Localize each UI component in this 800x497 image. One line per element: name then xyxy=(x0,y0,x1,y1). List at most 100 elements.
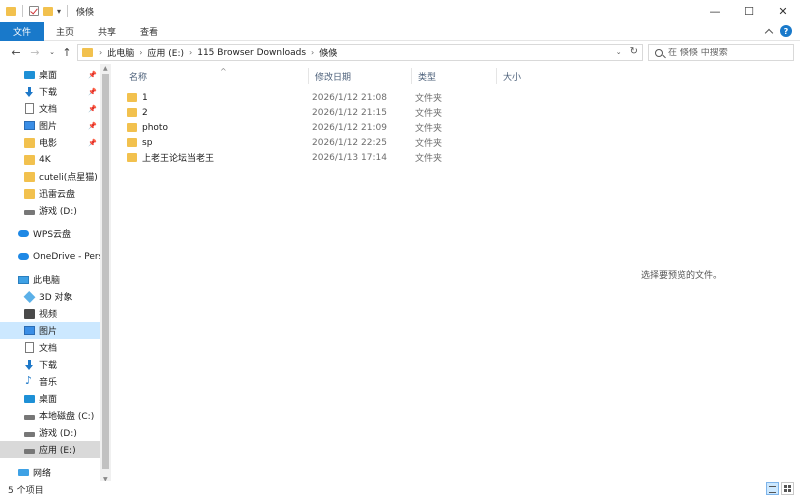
nav-item-downloads[interactable]: 下载 xyxy=(0,356,100,373)
file-date: 2026/1/13 17:14 xyxy=(312,152,387,163)
table-row[interactable]: 上老王论坛当老王 2026/1/13 17:14 文件夹 xyxy=(123,150,563,165)
search-input[interactable] xyxy=(668,47,788,58)
file-name-cell: 1 xyxy=(127,93,148,103)
scroll-up-arrow-icon[interactable]: ▲ xyxy=(103,65,108,72)
nav-item-drive-d-quick[interactable]: 游戏 (D:) xyxy=(0,202,100,219)
address-bar[interactable]: › 此电脑 › 应用 (E:) › 115 Browser Downloads … xyxy=(77,44,643,61)
nav-item-drive-e[interactable]: 应用 (E:) xyxy=(0,441,100,458)
minimize-button[interactable]: — xyxy=(698,0,732,22)
folder-icon xyxy=(127,93,137,102)
close-button[interactable]: ✕ xyxy=(766,0,800,22)
address-history-dropdown-icon[interactable]: ⌄ xyxy=(616,48,622,56)
breadcrumb-115-downloads[interactable]: 115 Browser Downloads xyxy=(197,48,306,58)
recent-locations-chevron-icon[interactable]: ⌄ xyxy=(44,44,60,60)
music-icon xyxy=(24,374,35,387)
nav-item-music[interactable]: 音乐 xyxy=(0,373,100,390)
details-view-icon[interactable] xyxy=(766,482,779,495)
nav-item-drive-d[interactable]: 游戏 (D:) xyxy=(0,424,100,441)
column-header-label: 类型 xyxy=(418,72,437,83)
large-icons-view-icon[interactable] xyxy=(781,482,794,495)
scrollbar-thumb[interactable] xyxy=(102,74,109,469)
sort-ascending-icon: ^ xyxy=(220,67,227,76)
tab-share[interactable]: 共享 xyxy=(86,22,128,41)
breadcrumb-chevron-icon[interactable]: › xyxy=(139,48,142,57)
breadcrumb-chevron-icon[interactable]: › xyxy=(311,48,314,57)
column-header-date[interactable]: 修改日期 xyxy=(308,68,411,84)
nav-item-label: 下载 xyxy=(39,361,58,371)
folder-icon xyxy=(6,6,16,16)
nav-item-label: 此电脑 xyxy=(33,276,61,286)
table-row[interactable]: photo 2026/1/12 21:09 文件夹 xyxy=(123,120,563,135)
address-row: ← → ⌄ ↑ › 此电脑 › 应用 (E:) › 115 Browser Do… xyxy=(0,41,800,64)
folder-icon xyxy=(127,108,137,117)
help-icon[interactable]: ? xyxy=(780,25,792,37)
document-icon xyxy=(25,342,34,353)
nav-item-label: 电影 xyxy=(39,139,58,149)
desktop-icon xyxy=(24,70,35,79)
back-arrow-icon[interactable]: ← xyxy=(8,44,24,60)
tab-home[interactable]: 主页 xyxy=(44,22,86,41)
nav-item-documents-pinned[interactable]: 文档 📌 xyxy=(0,100,100,117)
drive-icon xyxy=(24,414,35,420)
maximize-button[interactable]: ☐ xyxy=(732,0,766,22)
folder-icon xyxy=(82,48,93,57)
nav-item-pictures[interactable]: 图片 xyxy=(0,322,100,339)
breadcrumb-this-pc[interactable]: 此电脑 xyxy=(107,46,134,59)
divider xyxy=(67,5,69,17)
column-header-name[interactable]: 名称 ^ xyxy=(123,67,308,84)
nav-item-movies[interactable]: 电影 📌 xyxy=(0,134,100,151)
nav-item-pictures-pinned[interactable]: 图片 📌 xyxy=(0,117,100,134)
navigation-pane: 桌面 📌 下载 📌 文档 📌 图片 📌 电影 📌 4K cuteli(点星猫) … xyxy=(0,64,112,484)
nav-item-network[interactable]: 网络 xyxy=(0,464,100,481)
nav-item-downloads-pinned[interactable]: 下载 📌 xyxy=(0,83,100,100)
column-header-label: 大小 xyxy=(503,72,522,83)
nav-item-videos[interactable]: 视频 xyxy=(0,305,100,322)
nav-item-label: OneDrive - Personal xyxy=(33,251,100,262)
forward-arrow-icon[interactable]: → xyxy=(27,44,43,60)
nav-item-label: 本地磁盘 (C:) xyxy=(39,412,95,422)
breadcrumb-current-folder[interactable]: 倏倏 xyxy=(319,46,337,59)
folder-icon xyxy=(24,188,35,199)
nav-item-cuteli[interactable]: cuteli(点星猫) xyxy=(0,168,100,185)
breadcrumb-chevron-icon[interactable]: › xyxy=(99,48,102,57)
nav-item-documents[interactable]: 文档 xyxy=(0,339,100,356)
drive-icon xyxy=(24,209,35,215)
properties-icon[interactable] xyxy=(29,6,39,16)
up-arrow-icon[interactable]: ↑ xyxy=(59,44,75,60)
file-date: 2026/1/12 21:15 xyxy=(312,107,387,118)
table-row[interactable]: 2 2026/1/12 21:15 文件夹 xyxy=(123,105,563,120)
table-row[interactable]: 1 2026/1/12 21:08 文件夹 xyxy=(123,90,563,105)
nav-item-desktop[interactable]: 桌面 📌 xyxy=(0,66,100,83)
nav-item-label: 桌面 xyxy=(39,71,58,81)
column-header-size[interactable]: 大小 xyxy=(496,68,563,84)
tab-file[interactable]: 文件 xyxy=(0,21,45,41)
nav-item-onedrive[interactable]: OneDrive - Personal xyxy=(0,248,100,265)
breadcrumb-chevron-icon[interactable]: › xyxy=(189,48,192,57)
nav-item-4k[interactable]: 4K xyxy=(0,151,100,168)
nav-item-3d-objects[interactable]: 3D 对象 xyxy=(0,288,100,305)
folder-icon xyxy=(127,123,137,132)
customize-toolbar-dropdown-icon[interactable]: ▾ xyxy=(57,7,61,16)
folder-icon xyxy=(24,171,35,182)
new-folder-icon[interactable] xyxy=(43,6,53,16)
window-title: 倏倏 xyxy=(76,7,95,18)
ribbon-right-controls: ? xyxy=(764,25,792,37)
nav-item-drive-c[interactable]: 本地磁盘 (C:) xyxy=(0,407,100,424)
ribbon-tabs: 文件 主页 共享 查看 ? xyxy=(0,21,800,41)
refresh-icon[interactable]: ↻ xyxy=(630,46,638,57)
file-name-cell: photo xyxy=(127,123,168,133)
search-box[interactable] xyxy=(648,44,794,61)
nav-item-xunlei-cloud[interactable]: 迅雷云盘 xyxy=(0,185,100,202)
nav-item-label: WPS云盘 xyxy=(33,230,72,240)
file-name: 上老王论坛当老王 xyxy=(142,154,215,164)
nav-item-this-pc[interactable]: 此电脑 xyxy=(0,271,100,288)
nav-scrollbar[interactable]: ▲ ▼ xyxy=(100,64,111,484)
tab-view[interactable]: 查看 xyxy=(128,22,170,41)
nav-item-wps-cloud[interactable]: WPS云盘 xyxy=(0,225,100,242)
drive-icon xyxy=(24,448,35,454)
nav-item-desktop-pc[interactable]: 桌面 xyxy=(0,390,100,407)
expand-ribbon-chevron-icon[interactable] xyxy=(764,28,774,37)
column-header-type[interactable]: 类型 xyxy=(411,68,496,84)
breadcrumb-drive-e[interactable]: 应用 (E:) xyxy=(147,46,184,59)
table-row[interactable]: sp 2026/1/12 22:25 文件夹 xyxy=(123,135,563,150)
